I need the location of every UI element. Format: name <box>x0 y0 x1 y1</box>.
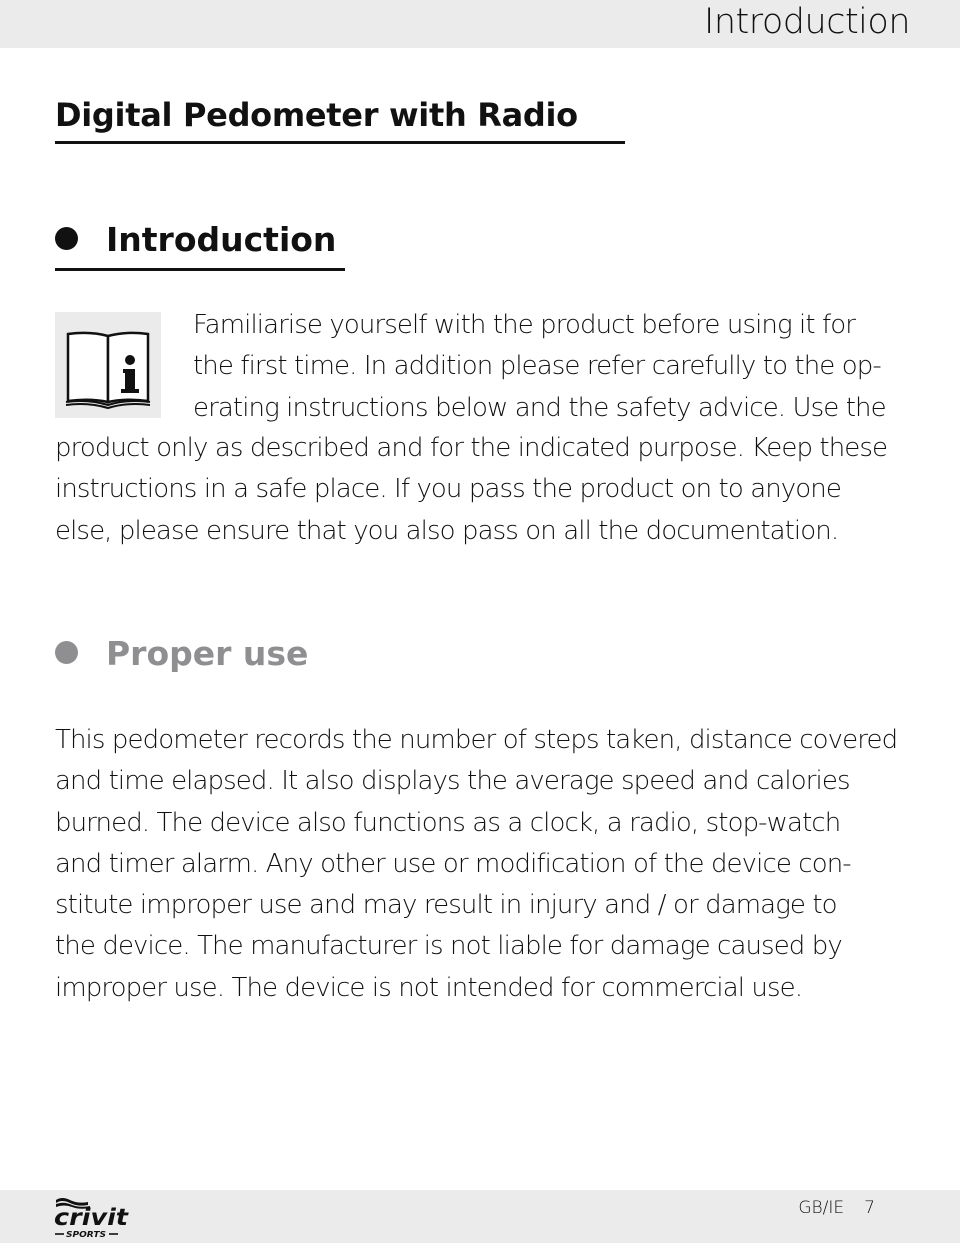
text-line: Familiarise yourself with the product be… <box>193 310 856 340</box>
brand-sub-text: SPORTS <box>66 1230 106 1239</box>
page-number: 7 <box>864 1198 875 1218</box>
section-heading-introduction: Introduction <box>55 220 345 271</box>
text-line: product only as described and for the in… <box>55 433 888 463</box>
bullet-icon <box>55 227 78 250</box>
brand-text: crivit <box>54 1205 129 1231</box>
text-line: and time elapsed. It also displays the a… <box>55 766 850 797</box>
text-line: erating instructions below and the safet… <box>193 392 887 423</box>
logo-glyph: crivit SPORTS <box>54 1198 129 1239</box>
text-line: the first time. In addition please refer… <box>193 351 882 382</box>
info-book-icon <box>55 312 161 418</box>
footer-page-info: GB/IE 7 <box>798 1196 875 1220</box>
crivit-sports-logo: crivit SPORTS <box>52 1194 132 1240</box>
text-line: burned. The device also functions as a c… <box>55 807 841 838</box>
text-line: the device. The manufacturer is not liab… <box>55 931 843 962</box>
document-title: Digital Pedometer with Radio <box>55 95 625 144</box>
section-heading-text: Proper use <box>106 634 309 673</box>
text-line: This pedometer records the number of ste… <box>55 725 898 755</box>
introduction-paragraph-continued: product only as described and for the in… <box>55 428 888 552</box>
open-book-info-glyph <box>65 331 151 410</box>
locale-label: GB/IE <box>798 1198 845 1218</box>
text-line: instructions in a safe place. If you pas… <box>55 474 842 505</box>
text-line: improper use. The device is not intended… <box>55 972 803 1003</box>
text-line: else, please ensure that you also pass o… <box>55 515 839 546</box>
proper-use-paragraph: This pedometer records the number of ste… <box>55 720 898 1009</box>
section-heading-text: Introduction <box>106 220 337 259</box>
bullet-icon <box>55 641 78 664</box>
introduction-paragraph-beside-icon: Familiarise yourself with the product be… <box>193 305 887 429</box>
text-line: stitute improper use and may result in i… <box>55 890 838 921</box>
text-line: and timer alarm. Any other use or modifi… <box>55 848 852 879</box>
section-heading-proper-use: Proper use <box>55 634 308 674</box>
running-header-title: Introduction <box>704 2 910 42</box>
